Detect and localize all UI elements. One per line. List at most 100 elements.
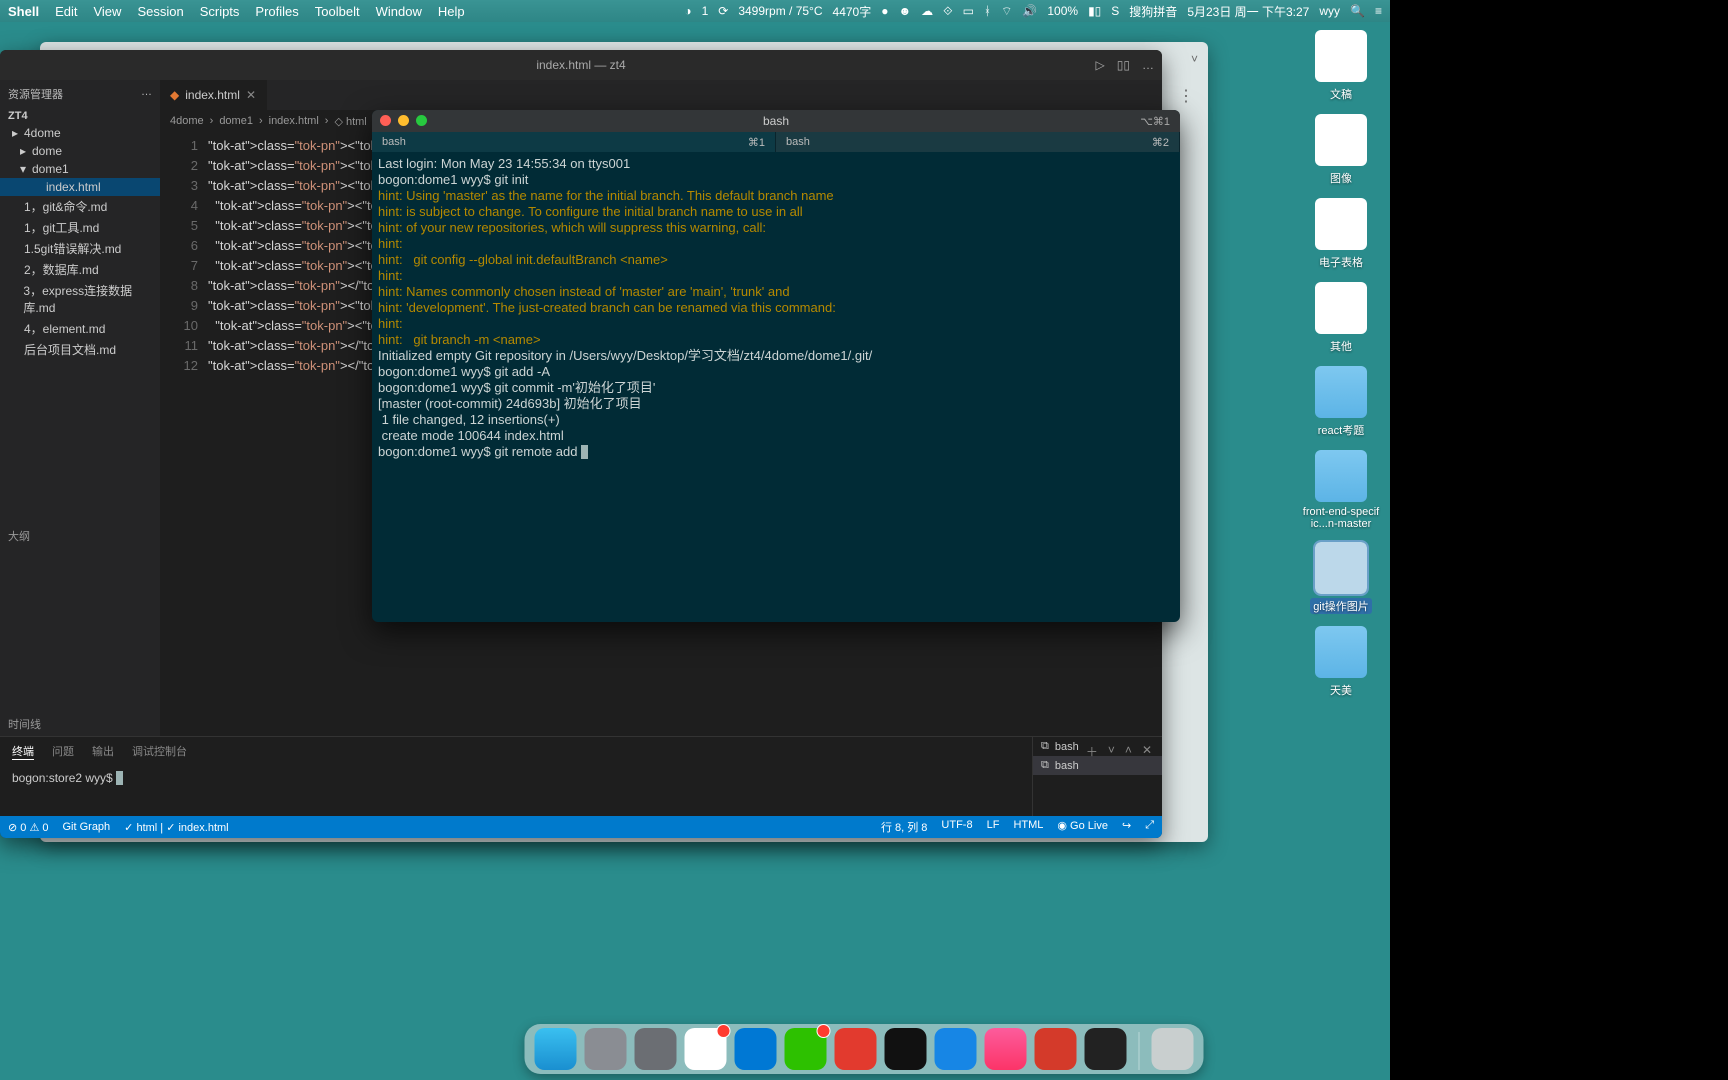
crumb[interactable]: index.html (269, 115, 319, 127)
display-icon[interactable]: ▭ (963, 4, 974, 18)
status-item[interactable]: UTF-8 (941, 819, 972, 835)
terminal-tab[interactable]: bash⌘2 (776, 132, 1180, 152)
status-item[interactable]: Git Graph (62, 821, 110, 834)
status-item[interactable]: HTML (1013, 819, 1043, 835)
crumb[interactable]: ◇ html (334, 115, 366, 128)
desktop-item[interactable]: 天美 (1315, 626, 1367, 698)
wifi-icon[interactable]: ⌔ (1001, 4, 1012, 19)
wechat-icon[interactable]: ◑ (684, 4, 691, 18)
desktop-item[interactable]: 其他 (1315, 282, 1367, 354)
outline-section[interactable]: 大纲 (0, 524, 160, 548)
face-icon[interactable]: ☻ (898, 4, 911, 18)
menu-edit[interactable]: Edit (55, 4, 77, 19)
dock-music[interactable] (985, 1028, 1027, 1070)
dock-trash[interactable] (1152, 1028, 1194, 1070)
vscode-titlebar[interactable]: index.html — zt4 ▷ ▯▯ … (0, 50, 1162, 80)
status-item[interactable]: 行 8, 列 8 (881, 819, 927, 835)
status-item[interactable]: LF (987, 819, 1000, 835)
sync-icon[interactable]: ⟐ (943, 4, 952, 19)
status-item[interactable]: ⤢ (1145, 819, 1154, 835)
tree-item[interactable]: index.html (0, 178, 160, 196)
zoom-window-icon[interactable] (416, 115, 427, 126)
desktop-item[interactable]: 电子表格 (1315, 198, 1367, 270)
dock-settings[interactable] (635, 1028, 677, 1070)
bluetooth-icon[interactable]: ᚼ (984, 4, 991, 18)
run-icon[interactable]: ▷ (1096, 58, 1105, 72)
terminal-output[interactable]: Last login: Mon May 23 14:55:34 on ttys0… (372, 152, 1180, 464)
ime-icon[interactable]: S (1111, 4, 1119, 18)
tree-item[interactable]: ▸dome (0, 142, 160, 160)
terminal-window[interactable]: bash ⌥⌘1 bash⌘1bash⌘2 Last login: Mon Ma… (372, 110, 1180, 622)
tree-item[interactable]: 1.5git错误解决.md (0, 238, 160, 259)
menu-view[interactable]: View (93, 4, 121, 19)
cloud-icon[interactable]: ☁ (921, 4, 933, 18)
dock-shell[interactable] (885, 1028, 927, 1070)
panel-tab[interactable]: 输出 (92, 743, 114, 760)
menu-window[interactable]: Window (376, 4, 422, 19)
menu-shell[interactable]: Shell (8, 4, 39, 19)
desktop-item[interactable]: git操作图片 (1310, 542, 1372, 614)
dock-vscode[interactable] (735, 1028, 777, 1070)
dock-terminal[interactable] (1085, 1028, 1127, 1070)
dock-wechat[interactable] (785, 1028, 827, 1070)
status-item[interactable]: ✓ html | ✓ index.html (124, 821, 228, 834)
status-item[interactable]: ↪ (1122, 819, 1131, 835)
user-label[interactable]: wyy (1319, 4, 1340, 18)
add-terminal-icon[interactable]: ＋ (1086, 743, 1098, 760)
tree-item[interactable]: ▾dome1 (0, 160, 160, 178)
spotlight-icon[interactable]: 🔍 (1350, 4, 1365, 18)
tree-item[interactable]: 3，express连接数据库.md (0, 280, 160, 318)
terminal-tab[interactable]: bash⌘1 (372, 132, 776, 152)
dock-chrome[interactable] (685, 1028, 727, 1070)
battery-icon[interactable]: ▮▯ (1088, 4, 1101, 18)
crumb[interactable]: dome1 (219, 115, 253, 127)
sidebar-more-icon[interactable]: … (141, 86, 152, 102)
desktop-item[interactable]: front-end-specific...n-master (1302, 450, 1380, 530)
close-panel-icon[interactable]: ✕ (1142, 743, 1152, 760)
menu-profiles[interactable]: Profiles (255, 4, 298, 19)
menu-scripts[interactable]: Scripts (200, 4, 240, 19)
control-center-icon[interactable]: ≡ (1375, 4, 1382, 18)
tree-item[interactable]: ▸4dome (0, 124, 160, 142)
chevron-down-icon[interactable]: ˅ (1191, 52, 1198, 66)
dock-launchpad[interactable] (585, 1028, 627, 1070)
more-icon[interactable]: … (1142, 58, 1154, 72)
mic-icon[interactable]: ● (881, 4, 888, 18)
close-window-icon[interactable] (380, 115, 391, 126)
desktop-item[interactable]: 图像 (1315, 114, 1367, 186)
tree-item[interactable]: 2，数据库.md (0, 259, 160, 280)
ime-label[interactable]: 搜狗拼音 (1129, 3, 1177, 20)
tree-item[interactable]: 后台项目文档.md (0, 339, 160, 360)
dock-app-red[interactable] (1035, 1028, 1077, 1070)
kebab-icon[interactable]: ⋮ (1178, 86, 1194, 106)
desktop-item[interactable]: react考题 (1315, 366, 1367, 438)
minimize-window-icon[interactable] (398, 115, 409, 126)
timeline-section[interactable]: 时间线 (0, 712, 160, 736)
workspace-root[interactable]: ZT4 (0, 108, 160, 124)
menu-toolbelt[interactable]: Toolbelt (315, 4, 360, 19)
maximize-panel-icon[interactable]: ˄ (1125, 743, 1132, 760)
desktop-item[interactable]: 文稿 (1315, 30, 1367, 102)
dock-finder[interactable] (535, 1028, 577, 1070)
panel-tab[interactable]: 调试控制台 (132, 743, 187, 760)
close-icon[interactable]: ✕ (246, 88, 256, 102)
tree-item[interactable]: 4，element.md (0, 318, 160, 339)
dock-app-blue[interactable] (935, 1028, 977, 1070)
integrated-terminal[interactable]: bogon:store2 wyy$ (0, 767, 1032, 816)
status-item[interactable]: ⊘ 0 ⚠ 0 (8, 821, 48, 834)
panel-tab[interactable]: 问题 (52, 743, 74, 760)
split-terminal-icon[interactable]: ˅ (1108, 743, 1115, 760)
terminal-line: hint: git config --global init.defaultBr… (378, 252, 1174, 268)
terminal-titlebar[interactable]: bash ⌥⌘1 (372, 110, 1180, 132)
status-item[interactable]: ◉ Go Live (1057, 819, 1108, 835)
tree-item[interactable]: 1，git&命令.md (0, 196, 160, 217)
layout-icon[interactable]: ▯▯ (1117, 58, 1130, 72)
menu-help[interactable]: Help (438, 4, 465, 19)
tab-index-html[interactable]: ◆ index.html ✕ (160, 80, 267, 110)
panel-tab[interactable]: 终端 (12, 743, 34, 760)
crumb[interactable]: 4dome (170, 115, 204, 127)
dock-wps[interactable] (835, 1028, 877, 1070)
menu-session[interactable]: Session (137, 4, 183, 19)
volume-icon[interactable]: 🔊 (1022, 4, 1037, 18)
tree-item[interactable]: 1，git工具.md (0, 217, 160, 238)
